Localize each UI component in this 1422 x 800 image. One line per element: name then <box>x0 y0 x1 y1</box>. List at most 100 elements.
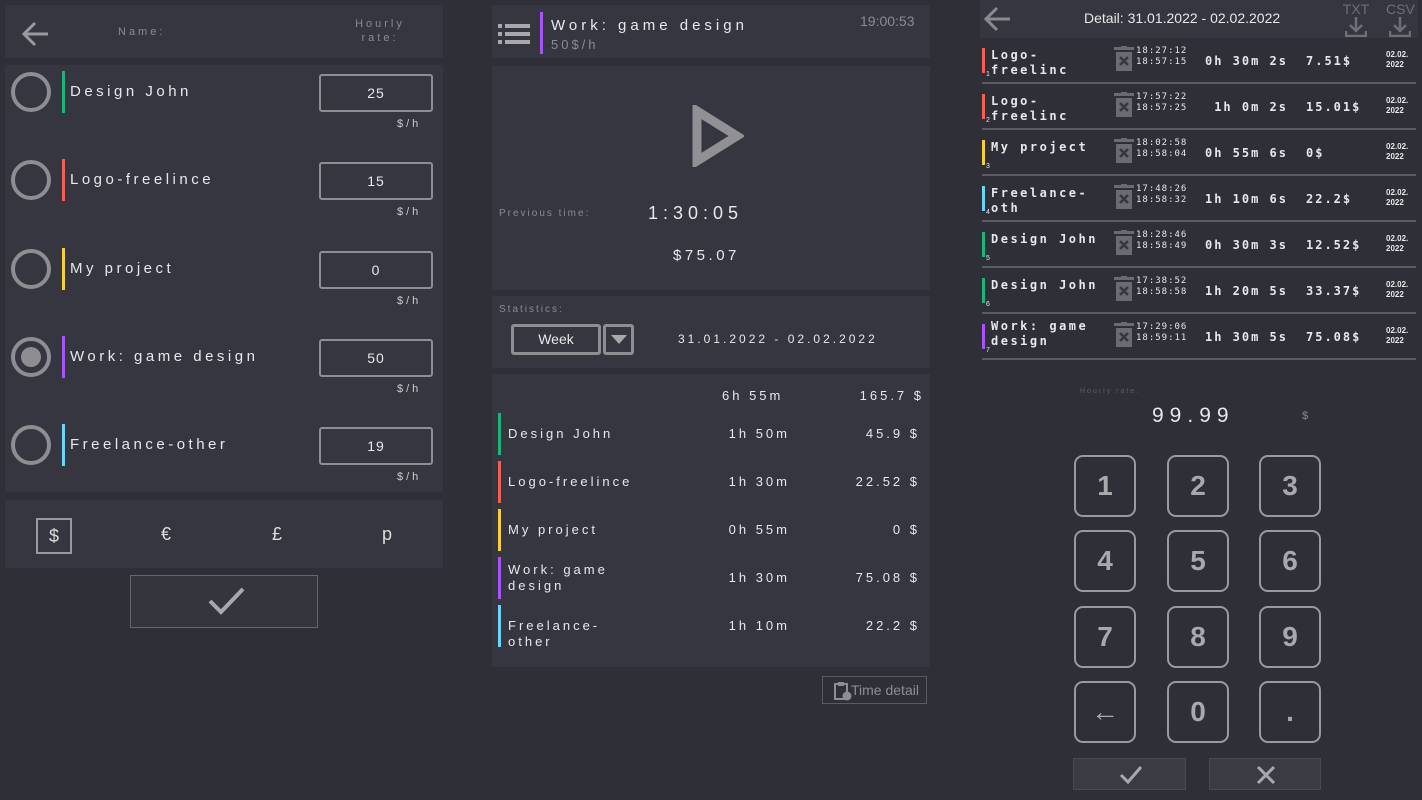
entry-end: 18:57:25 <box>1136 103 1188 113</box>
delete-entry-button[interactable] <box>1114 92 1134 123</box>
delete-entry-button[interactable] <box>1114 46 1134 77</box>
clock: 19:00:53 <box>860 13 915 29</box>
entry-amount: 15.01$ <box>1306 100 1362 114</box>
keypad-cancel-button[interactable] <box>1209 758 1321 790</box>
delete-entry-button[interactable] <box>1114 184 1134 215</box>
entry-date-day: 02.02. <box>1386 326 1409 335</box>
entry-start: 18:28:46 <box>1136 230 1188 240</box>
entry-times: 17:57:22 18:57:25 <box>1136 92 1187 114</box>
project-color-bar <box>498 461 501 503</box>
entry-end: 18:58:04 <box>1136 149 1188 159</box>
export-csv-button[interactable]: CSV <box>1386 1 1415 40</box>
project-name: Work: game design <box>70 347 259 365</box>
delete-entry-button[interactable] <box>1114 322 1134 353</box>
delete-entry-button[interactable] <box>1114 230 1134 261</box>
entry-duration: 1h 30m 5s <box>1204 330 1288 344</box>
trash-icon <box>1114 184 1134 209</box>
keypad-key-6[interactable]: 7 <box>1074 606 1136 668</box>
project-color-bar <box>982 48 985 73</box>
entry-amount: 75.08$ <box>1306 330 1362 344</box>
statistics-row: Logo-freelince 1h 30m 22.52 $ <box>498 461 926 503</box>
entry-project-name: Design John <box>991 232 1098 246</box>
keypad-confirm-button[interactable] <box>1073 758 1186 790</box>
entry-project-name: Design John <box>991 278 1098 292</box>
confirm-button[interactable] <box>130 575 318 628</box>
stat-time: 1h 30m <box>728 474 790 489</box>
entry-date: 02.02. 2022 <box>1386 142 1408 162</box>
hourly-rate-input[interactable]: 0 <box>319 250 433 289</box>
keypad-key-0[interactable]: 1 <box>1074 455 1136 517</box>
keypad-key-7[interactable]: 8 <box>1167 606 1229 668</box>
entry-amount: 22.2$ <box>1306 192 1353 206</box>
currency-option-3[interactable]: p <box>369 518 405 554</box>
hourly-rate-input[interactable]: 15 <box>319 162 433 201</box>
delete-entry-button[interactable] <box>1114 276 1134 307</box>
entry-project-name: Freelance-oth <box>991 186 1089 215</box>
trash-icon <box>1114 92 1134 117</box>
current-project-name: Work: game design <box>551 17 748 34</box>
detail-row: 4 Freelance-oth 17:48:26 18:58:32 1h 10m 6s 2… <box>982 176 1416 222</box>
trash-icon <box>1114 46 1134 71</box>
export-txt-button[interactable]: TXT <box>1342 1 1370 40</box>
currency-option-0[interactable]: $ <box>36 518 72 554</box>
project-color-bar <box>982 232 985 257</box>
entry-times: 17:48:26 18:58:32 <box>1136 184 1187 206</box>
keypad-key-11[interactable]: . <box>1259 681 1321 743</box>
keypad-key-9[interactable]: ← <box>1074 681 1136 743</box>
entry-end: 18:58:49 <box>1136 241 1188 251</box>
total-amount: 165.7 $ <box>859 388 924 403</box>
entry-duration: 1h 0m 2s <box>1214 100 1288 114</box>
project-radio[interactable] <box>11 72 51 112</box>
keypad-key-1[interactable]: 2 <box>1167 455 1229 517</box>
entry-date-year: 2022 <box>1386 152 1404 161</box>
entry-project-name: My project <box>991 140 1089 154</box>
period-dropdown-button[interactable] <box>603 324 634 355</box>
play-icon[interactable] <box>692 105 744 167</box>
currency-option-2[interactable]: £ <box>259 518 295 554</box>
hourly-rate-value[interactable]: 99.99 <box>1152 404 1235 428</box>
period-select[interactable]: Week <box>511 324 601 355</box>
project-color-bar <box>498 557 501 599</box>
trash-icon <box>1114 230 1134 255</box>
currency-option-1[interactable]: € <box>148 518 184 554</box>
project-radio[interactable] <box>11 248 51 289</box>
menu-list-icon[interactable] <box>498 24 530 44</box>
delete-entry-button[interactable] <box>1114 138 1134 169</box>
stat-project-name: Design John <box>508 426 614 441</box>
entry-duration: 0h 30m 3s <box>1204 238 1288 252</box>
keypad-key-5[interactable]: 6 <box>1259 530 1321 592</box>
time-detail-button[interactable]: Time detail <box>822 676 927 704</box>
hourly-rate-input[interactable]: 25 <box>319 74 433 112</box>
entry-date: 02.02. 2022 <box>1386 326 1408 346</box>
keypad-key-8[interactable]: 9 <box>1259 606 1321 668</box>
project-radio[interactable] <box>11 336 51 377</box>
entry-start: 18:27:12 <box>1136 46 1188 56</box>
entry-end: 18:59:11 <box>1136 333 1188 343</box>
back-arrow-icon[interactable] <box>20 20 50 48</box>
entry-date-year: 2022 <box>1386 290 1404 299</box>
statistics-row: Freelance-other 1h 10m 22.2 $ <box>498 605 926 649</box>
check-icon <box>1119 766 1143 785</box>
entry-project-name: Logo-freelinc <box>991 94 1069 123</box>
entry-index: 2 <box>986 117 990 124</box>
project-radio[interactable] <box>11 425 51 466</box>
keypad-key-10[interactable]: 0 <box>1167 681 1229 743</box>
entry-duration: 0h 30m 2s <box>1204 54 1288 68</box>
entry-date-year: 2022 <box>1386 60 1404 69</box>
previous-time: 1:30:05 <box>648 203 744 223</box>
project-color-bar <box>62 71 65 113</box>
detail-row: 3 My project 18:02:58 18:58:04 0h 55m 6s 0$ 02… <box>982 130 1416 176</box>
hourly-rate-input[interactable]: 50 <box>319 338 433 377</box>
project-color-bar <box>540 12 543 54</box>
keypad-key-2[interactable]: 3 <box>1259 455 1321 517</box>
hourly-rate-input[interactable]: 19 <box>319 427 433 466</box>
back-arrow-icon[interactable] <box>982 5 1012 33</box>
stat-project-name: Work: game design <box>508 562 608 593</box>
project-color-bar <box>498 509 501 551</box>
keypad-key-3[interactable]: 4 <box>1074 530 1136 592</box>
entry-date-day: 02.02. <box>1386 280 1409 289</box>
project-color-bar <box>982 140 985 165</box>
entry-duration: 1h 10m 6s <box>1204 192 1288 206</box>
keypad-key-4[interactable]: 5 <box>1167 530 1229 592</box>
detail-row: 6 Design John 17:38:52 18:58:58 1h 20m 5s 33.… <box>982 268 1416 314</box>
